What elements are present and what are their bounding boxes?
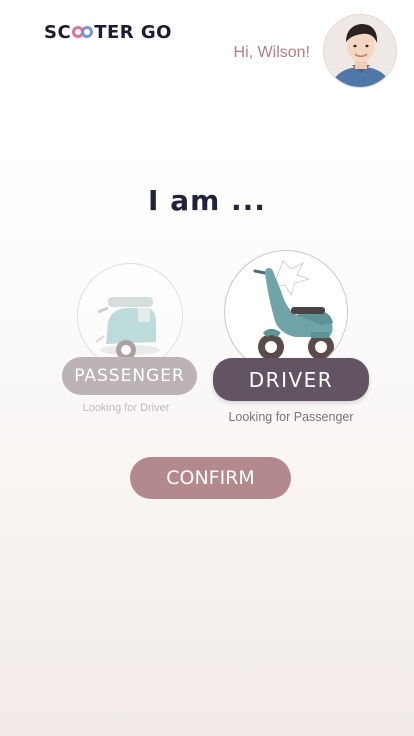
logo-rings-icon <box>72 26 94 38</box>
scooter-icon <box>79 265 182 368</box>
page-title: I am ... <box>148 184 266 217</box>
avatar[interactable] <box>323 14 397 88</box>
driver-option[interactable] <box>224 250 348 374</box>
confirm-button[interactable]: CONFIRM <box>130 457 291 499</box>
scooter-icon <box>226 252 347 373</box>
driver-button[interactable]: DRIVER <box>213 358 369 401</box>
user-avatar-icon <box>324 15 396 87</box>
logo-text-prefix: SC <box>44 21 72 43</box>
app-logo: SC TER GO <box>44 20 172 44</box>
passenger-option[interactable] <box>77 263 183 369</box>
greeting-text: Hi, Wilson! <box>233 44 310 61</box>
logo-text-suffix: TER GO <box>94 21 172 43</box>
passenger-button[interactable]: PASSENGER <box>62 357 197 395</box>
passenger-subtitle: Looking for Driver <box>82 402 170 414</box>
driver-subtitle: Looking for Passenger <box>228 410 354 424</box>
